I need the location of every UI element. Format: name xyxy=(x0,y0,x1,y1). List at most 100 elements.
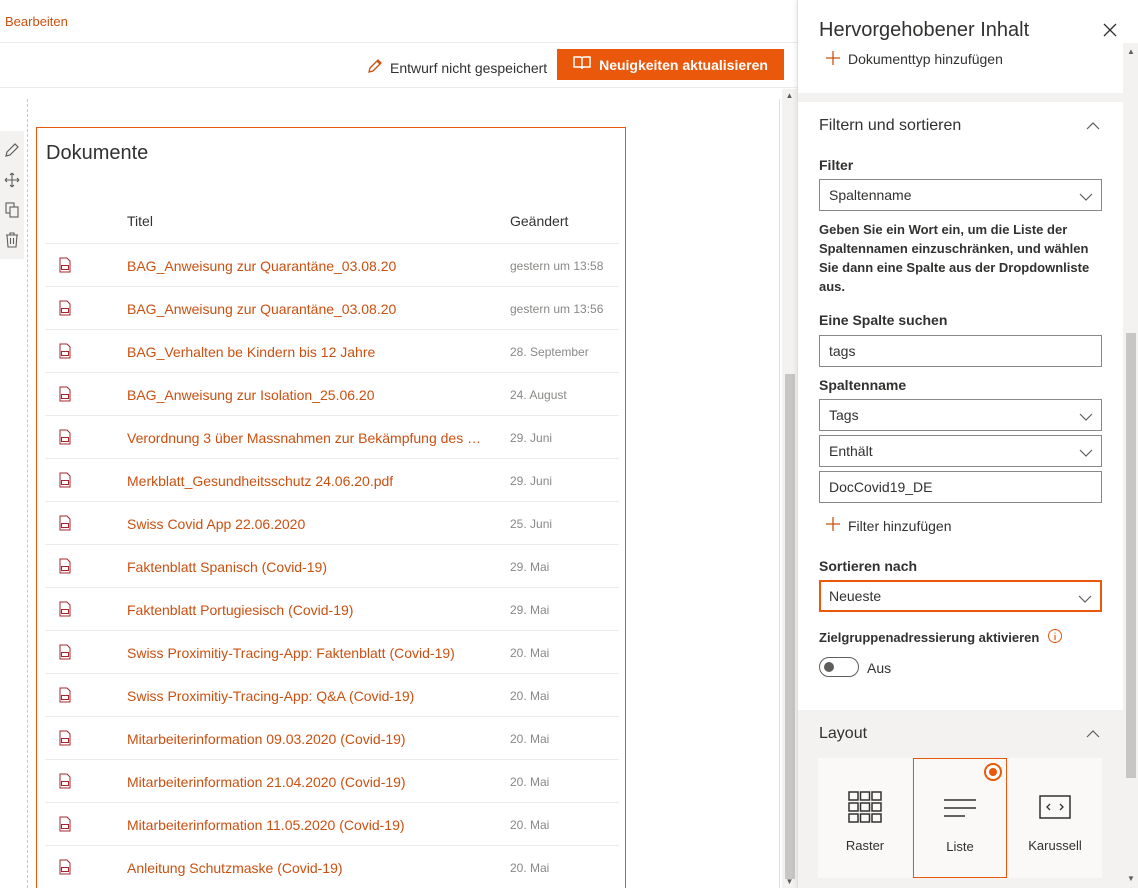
layout-section-heading[interactable]: Layout xyxy=(819,725,867,743)
column-modified[interactable]: Geändert xyxy=(510,213,568,229)
chevron-up-icon[interactable] xyxy=(1086,118,1100,136)
document-name[interactable]: Faktenblatt Portugiesisch (Covid-19) xyxy=(127,602,353,618)
selected-radio-icon xyxy=(984,763,1002,781)
pdf-file-icon xyxy=(57,687,73,708)
table-row[interactable]: Swiss Proximitiy-Tracing-App: Q&A (Covid… xyxy=(45,674,619,717)
document-name[interactable]: Mitarbeiterinformation 09.03.2020 (Covid… xyxy=(127,731,406,747)
document-name[interactable]: BAG_Anweisung zur Quarantäne_03.08.20 xyxy=(127,301,396,317)
add-filter-button[interactable]: Filter hinzufügen xyxy=(826,517,952,534)
panel-scrollbar[interactable]: ▲ ▼ xyxy=(1123,43,1138,888)
command-bar: Entwurf nicht gespeichert Neuigkeiten ak… xyxy=(0,43,797,88)
audience-targeting: Zielgruppenadressierung aktivieren xyxy=(819,628,1063,647)
document-name[interactable]: Merkblatt_Gesundheitsschutz 24.06.20.pdf xyxy=(127,473,393,489)
draft-status: Entwurf nicht gespeichert xyxy=(366,57,547,78)
document-name[interactable]: Swiss Proximitiy-Tracing-App: Q&A (Covid… xyxy=(127,688,414,704)
add-document-type-label: Dokumenttyp hinzufügen xyxy=(848,51,1003,67)
panel-scrollbar-thumb[interactable] xyxy=(1126,333,1136,778)
chevron-down-icon xyxy=(1079,409,1093,425)
column-name-dropdown[interactable]: Tags xyxy=(819,399,1102,431)
table-row[interactable]: Verordnung 3 über Massnahmen zur Bekämpf… xyxy=(45,416,619,459)
table-row[interactable]: Swiss Proximitiy-Tracing-App: Faktenblat… xyxy=(45,631,619,674)
document-name[interactable]: BAG_Anweisung zur Isolation_25.06.20 xyxy=(127,387,375,403)
scroll-down-arrow[interactable]: ▼ xyxy=(1126,874,1136,884)
table-row[interactable]: BAG_Anweisung zur Isolation_25.06.20 24. … xyxy=(45,373,619,416)
filter-value-input[interactable]: DocCovid19_DE xyxy=(819,471,1102,503)
document-name[interactable]: Faktenblatt Spanisch (Covid-19) xyxy=(127,559,327,575)
close-icon[interactable] xyxy=(1101,21,1119,39)
table-row[interactable]: BAG_Anweisung zur Quarantäne_03.08.20 ges… xyxy=(45,244,619,287)
update-news-button[interactable]: Neuigkeiten aktualisieren xyxy=(557,49,784,80)
filter-section-heading[interactable]: Filtern und sortieren xyxy=(819,117,961,135)
duplicate-icon[interactable] xyxy=(4,202,20,218)
page-canvas: Dokumente Titel Geändert BAG_Anweisung z… xyxy=(0,89,797,888)
audience-toggle[interactable] xyxy=(819,657,859,677)
document-name[interactable]: Anleitung Schutzmaske (Covid-19) xyxy=(127,860,343,876)
document-modified: 20. Mai xyxy=(510,646,550,660)
update-news-label: Neuigkeiten aktualisieren xyxy=(599,56,768,73)
document-modified: 25. Juni xyxy=(510,517,553,531)
layout-option-grid[interactable]: Raster xyxy=(818,758,912,878)
canvas-scrollbar-thumb[interactable] xyxy=(785,374,795,879)
canvas-divider xyxy=(779,99,780,888)
document-name[interactable]: Mitarbeiterinformation 21.04.2020 (Covid… xyxy=(127,774,406,790)
pdf-file-icon xyxy=(57,429,73,450)
sharepoint-editor: Bearbeiten Entwurf nicht gespeichert Neu… xyxy=(0,0,1138,888)
table-row[interactable]: Faktenblatt Portugiesisch (Covid-19) 29. … xyxy=(45,588,619,631)
table-row[interactable]: BAG_Verhalten be Kindern bis 12 Jahre 28.… xyxy=(45,330,619,373)
canvas-scrollbar[interactable]: ▲ ▼ xyxy=(782,89,797,888)
table-row[interactable]: BAG_Anweisung zur Quarantäne_03.08.20 ges… xyxy=(45,287,619,330)
grid-icon xyxy=(848,790,882,824)
document-modified: 20. Mai xyxy=(510,732,550,746)
document-name[interactable]: Verordnung 3 über Massnahmen zur Bekämpf… xyxy=(127,430,487,446)
document-name[interactable]: BAG_Verhalten be Kindern bis 12 Jahre xyxy=(127,344,375,360)
layout-option-list[interactable]: Liste xyxy=(913,758,1007,878)
filter-dropdown[interactable]: Spaltenname xyxy=(819,179,1102,211)
pdf-file-icon xyxy=(57,558,73,579)
highlighted-content-webpart[interactable]: Dokumente Titel Geändert BAG_Anweisung z… xyxy=(36,127,626,888)
column-title[interactable]: Titel xyxy=(127,213,153,229)
operator-dropdown[interactable]: Enthält xyxy=(819,435,1102,467)
list-icon xyxy=(943,791,977,825)
pdf-file-icon xyxy=(57,472,73,493)
chevron-down-icon xyxy=(1079,445,1093,461)
edit-webpart-icon[interactable] xyxy=(4,142,20,158)
table-row[interactable]: Mitarbeiterinformation 09.03.2020 (Covid… xyxy=(45,717,619,760)
table-row[interactable]: Mitarbeiterinformation 11.05.2020 (Covid… xyxy=(45,803,619,846)
document-name[interactable]: Swiss Covid App 22.06.2020 xyxy=(127,516,305,532)
filter-label: Filter xyxy=(819,157,854,173)
webpart-toolbar xyxy=(0,131,24,259)
delete-icon[interactable] xyxy=(4,232,20,248)
pdf-file-icon xyxy=(57,816,73,837)
sort-dropdown[interactable]: Neueste xyxy=(819,580,1102,612)
toggle-knob xyxy=(824,662,834,672)
scroll-down-arrow[interactable]: ▼ xyxy=(785,877,794,886)
document-name[interactable]: BAG_Anweisung zur Quarantäne_03.08.20 xyxy=(127,258,396,274)
table-row[interactable]: Faktenblatt Spanisch (Covid-19) 29. Mai xyxy=(45,545,619,588)
add-document-type-button[interactable]: Dokumenttyp hinzufügen xyxy=(826,49,1003,69)
layout-option-label: Liste xyxy=(946,839,974,854)
table-row[interactable]: Merkblatt_Gesundheitsschutz 24.06.20.pdf… xyxy=(45,459,619,502)
document-name[interactable]: Swiss Proximitiy-Tracing-App: Faktenblat… xyxy=(127,645,455,661)
chevron-down-icon xyxy=(1079,189,1093,205)
search-column-input[interactable]: tags xyxy=(819,335,1102,367)
table-row[interactable]: Swiss Covid App 22.06.2020 25. Juni xyxy=(45,502,619,545)
plus-icon xyxy=(826,50,840,68)
pdf-file-icon xyxy=(57,386,73,407)
table-row[interactable]: Mitarbeiterinformation 21.04.2020 (Covid… xyxy=(45,760,619,803)
edit-link[interactable]: Bearbeiten xyxy=(5,14,68,29)
chevron-up-icon[interactable] xyxy=(1086,726,1100,744)
table-row[interactable]: Anleitung Schutzmaske (Covid-19) 20. Mai xyxy=(45,846,619,888)
document-modified: 20. Mai xyxy=(510,861,550,875)
move-icon[interactable] xyxy=(4,172,20,188)
column-name-label: Spaltenname xyxy=(819,377,907,393)
pdf-file-icon xyxy=(57,644,73,665)
pdf-file-icon xyxy=(57,773,73,794)
document-modified: 29. Mai xyxy=(510,560,550,574)
document-modified: 20. Mai xyxy=(510,689,550,703)
document-name[interactable]: Mitarbeiterinformation 11.05.2020 (Covid… xyxy=(127,817,405,833)
layout-option-carousel[interactable]: Karussell xyxy=(1008,758,1102,878)
pdf-file-icon xyxy=(57,859,73,880)
scroll-up-arrow[interactable]: ▲ xyxy=(785,91,794,100)
scroll-up-arrow[interactable]: ▲ xyxy=(1126,47,1136,57)
info-icon[interactable] xyxy=(1047,628,1063,647)
